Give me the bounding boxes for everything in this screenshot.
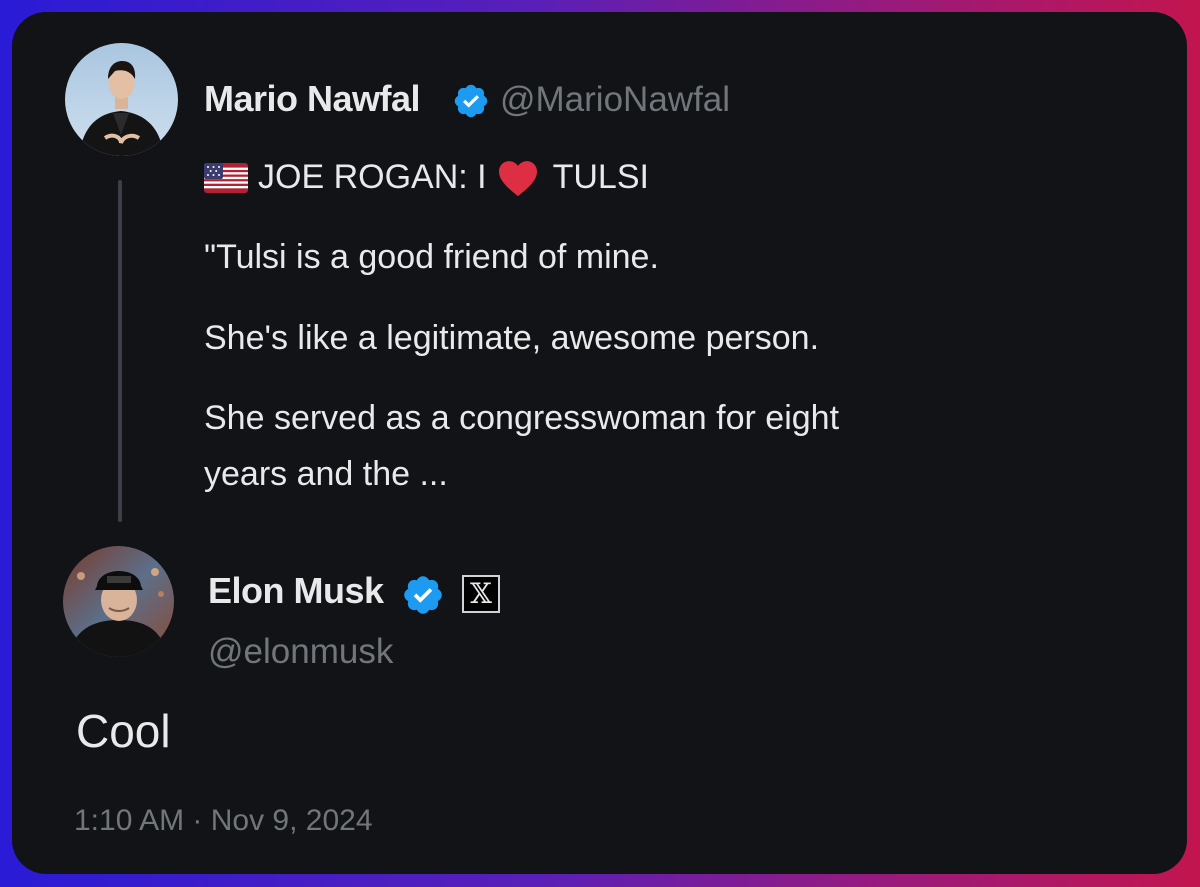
reply-text: Cool xyxy=(76,705,171,757)
meta-separator: · xyxy=(184,804,211,837)
headline-text: JOE ROGAN: I xyxy=(258,158,487,196)
post-line-4: years and the ... xyxy=(204,455,448,493)
red-heart-icon xyxy=(498,160,537,196)
post-line-3: She served as a congresswoman for eight xyxy=(204,399,840,437)
x-logo-icon[interactable]: 𝕏 xyxy=(462,575,500,613)
avatar-mario-nawfal[interactable] xyxy=(65,43,178,156)
post-date: Nov 9, 2024 xyxy=(210,804,373,837)
tweet-card: Mario Nawfal @MarioNawfal JOE ROGAN: I T… xyxy=(12,12,1187,874)
post-line-1: "Tulsi is a good friend of mine. xyxy=(204,238,659,276)
post-headline: JOE ROGAN: I TULSI xyxy=(204,158,649,197)
post-line-2: She's like a legitimate, awesome person. xyxy=(204,319,820,357)
post-time: 1:10 AM xyxy=(74,804,185,837)
reply-author-handle[interactable]: @elonmusk xyxy=(208,632,393,672)
us-flag-icon xyxy=(204,162,248,193)
author-name[interactable]: Mario Nawfal xyxy=(204,78,421,120)
post-timestamp[interactable]: 1:10 AM · Nov 9, 2024 xyxy=(74,804,373,838)
avatar-elon-musk[interactable] xyxy=(63,546,174,657)
verified-badge-icon xyxy=(404,576,442,614)
author-handle[interactable]: @MarioNawfal xyxy=(500,80,730,120)
verified-badge-icon xyxy=(454,84,488,118)
reply-author-name[interactable]: Elon Musk xyxy=(208,570,384,612)
headline-end-text: TULSI xyxy=(552,158,649,196)
thread-connector-line xyxy=(118,180,122,522)
